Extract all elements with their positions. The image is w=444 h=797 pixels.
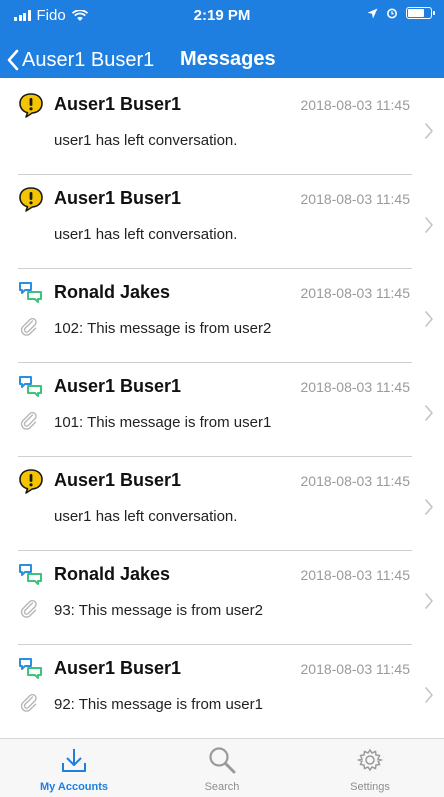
chat-icon [17,562,45,588]
back-label: Auser1 Buser1 [22,48,155,71]
message-row-4[interactable]: Auser1 Buser1 2018-08-03 11:45 101: This… [0,364,444,458]
warning-icon [17,186,45,212]
chat-icon [17,280,45,306]
tab-label: Settings [350,781,390,793]
chevron-left-icon [7,49,19,71]
message-row-3[interactable]: Ronald Jakes 2018-08-03 11:45 102: This … [0,270,444,364]
chevron-right-icon [425,123,433,139]
location-icon [367,8,378,18]
tab-label: Search [204,781,240,793]
search-icon [209,747,236,774]
row-divider [18,456,412,457]
page-title: Messages [180,48,276,70]
message-row-6[interactable]: Ronald Jakes 2018-08-03 11:45 93: This m… [0,552,444,646]
row-divider [18,174,412,175]
attachment-icon [19,598,39,618]
row-divider [18,550,412,551]
nav-bar: Auser1 Buser1 Messages [0,40,444,78]
tab-settings[interactable]: Settings [296,739,444,797]
sender-name: Auser1 Buser1 [54,94,182,114]
sender-name: Auser1 Buser1 [54,470,182,490]
status-right [367,7,435,19]
message-row-2[interactable]: Auser1 Buser1 2018-08-03 11:45 user1 has… [0,176,444,270]
message-preview: 101: This message is from user1 [54,414,272,431]
chevron-right-icon [425,593,433,609]
alarm-icon [387,8,397,19]
tab-search[interactable]: Search [148,739,296,797]
sender-name: Auser1 Buser1 [54,188,182,208]
chevron-right-icon [425,405,433,421]
message-date: 2018-08-03 11:45 [300,661,411,677]
tab-my-accounts[interactable]: My Accounts [0,739,148,797]
message-preview: user1 has left conversation. [54,508,238,525]
message-preview: user1 has left conversation. [54,132,238,149]
chat-icon [17,656,45,682]
chevron-right-icon [425,499,433,515]
message-preview: user1 has left conversation. [54,226,238,243]
row-divider [18,644,412,645]
message-row-5[interactable]: Auser1 Buser1 2018-08-03 11:45 user1 has… [0,458,444,552]
sender-name: Auser1 Buser1 [54,376,182,396]
message-date: 2018-08-03 11:45 [300,97,411,113]
row-divider [18,362,412,363]
warning-icon [17,92,45,118]
chevron-right-icon [425,217,433,233]
chevron-right-icon [425,687,433,703]
chevron-right-icon [425,311,433,327]
header: Fido 2:19 PM Auser1 Buser1 Messages [0,0,444,78]
message-row-7[interactable]: Auser1 Buser1 2018-08-03 11:45 92: This … [0,646,444,734]
back-button[interactable]: Auser1 Buser1 [6,44,154,76]
chat-icon [17,374,45,400]
message-row-1[interactable]: Auser1 Buser1 2018-08-03 11:45 user1 has… [0,82,444,176]
attachment-icon [19,410,39,430]
message-preview: 93: This message is from user2 [54,602,263,619]
attachment-icon [19,692,39,712]
warning-icon [17,468,45,494]
battery-icon [406,7,435,19]
tab-bar: My Accounts Search Settings [0,738,444,797]
message-list: Auser1 Buser1 2018-08-03 11:45 user1 has… [0,82,444,734]
sender-name: Auser1 Buser1 [54,658,182,678]
message-date: 2018-08-03 11:45 [300,285,411,301]
status-bar: Fido 2:19 PM [0,0,444,30]
message-date: 2018-08-03 11:45 [300,379,411,395]
message-date: 2018-08-03 11:45 [300,567,411,583]
row-divider [18,268,412,269]
download-icon [62,749,86,772]
sender-name: Ronald Jakes [54,564,171,584]
message-date: 2018-08-03 11:45 [300,473,411,489]
sender-name: Ronald Jakes [54,282,171,302]
message-date: 2018-08-03 11:45 [300,191,411,207]
attachment-icon [19,316,39,336]
message-preview: 92: This message is from user1 [54,696,263,713]
tab-label: My Accounts [39,781,109,793]
gear-icon [356,748,384,772]
message-preview: 102: This message is from user2 [54,320,272,337]
